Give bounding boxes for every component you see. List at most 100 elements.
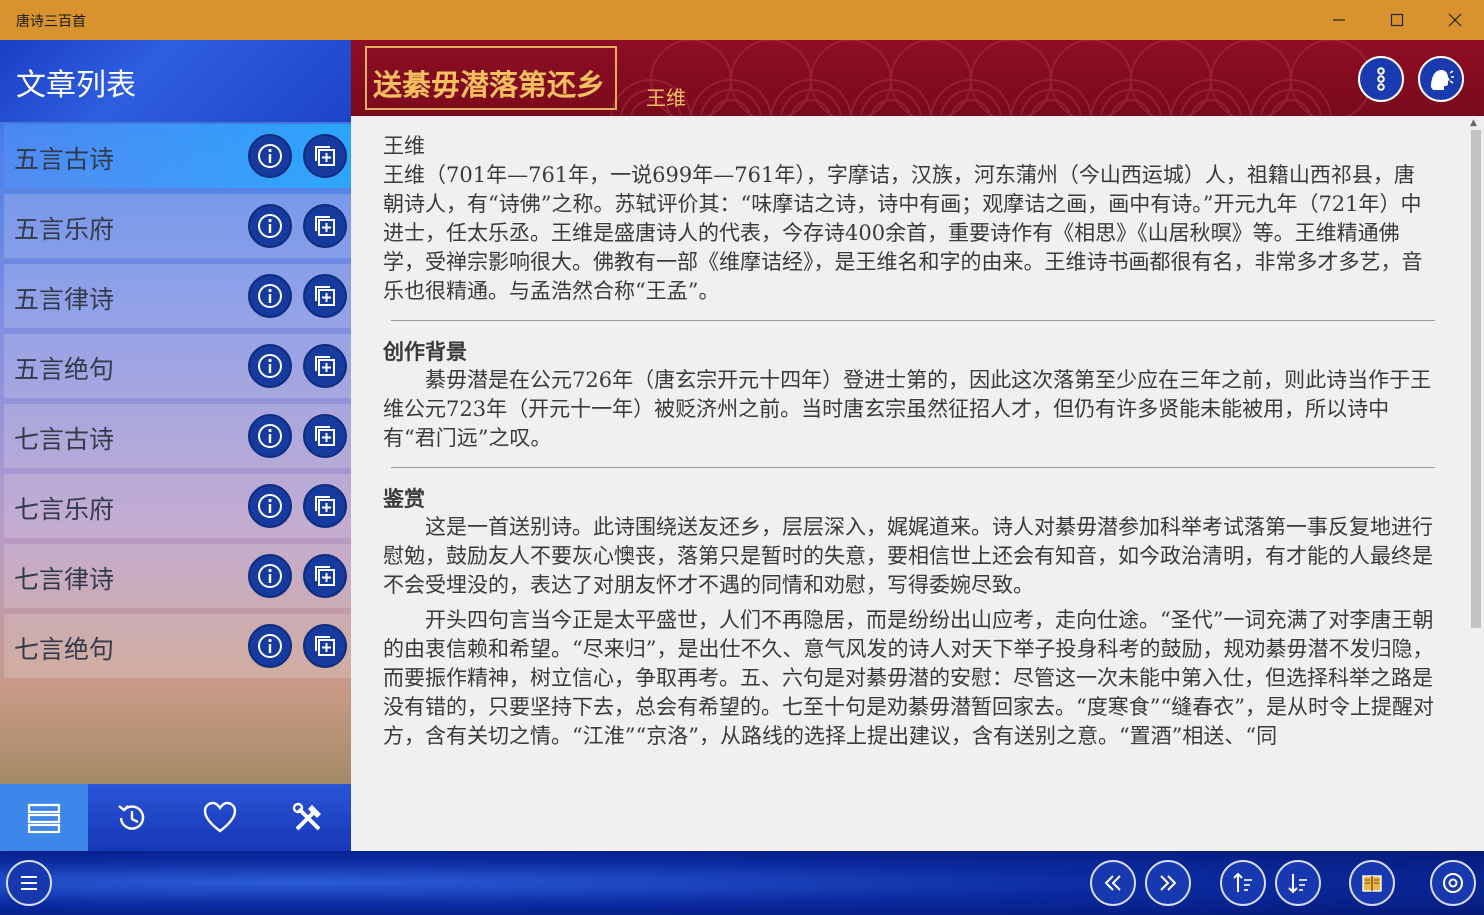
add-button[interactable] (303, 204, 347, 248)
add-button[interactable] (303, 344, 347, 388)
sort-ascending-icon (1233, 872, 1252, 892)
info-button[interactable] (248, 274, 292, 318)
close-icon (1448, 13, 1462, 27)
previous-icon (1104, 875, 1121, 891)
appreciation-paragraph-1: 这是一首送别诗。此诗围绕送友还乡，层层深入，娓娓道来。诗人对綦毋潜参加科举考试落… (383, 515, 1433, 597)
appreciation-paragraph-2: 开头四句言当今正是太平盛世，人们不再隐居，而是纷纷出山应考，走向仕途。“圣代”一… (383, 608, 1434, 748)
add-copy-icon (315, 426, 335, 446)
info-icon (258, 634, 282, 658)
sidebar-title: 文章列表 (16, 68, 136, 103)
tab-favorites[interactable] (176, 784, 264, 851)
scroll-thumb[interactable] (1471, 130, 1481, 628)
sidebar: 文章列表 五言古诗五言乐府五言律诗五言绝句七言古诗七言乐府七言律诗七言绝句 (0, 40, 351, 851)
sidebar-item-label: 七言乐府 (14, 495, 115, 524)
scroll-up-icon[interactable]: ▲ (1470, 118, 1477, 128)
add-copy-icon (315, 216, 335, 236)
minimize-icon (1333, 19, 1345, 21)
info-icon (258, 424, 282, 448)
poem-title: 送綦毋潜落第还乡 (373, 68, 606, 102)
maximize-button[interactable] (1368, 0, 1426, 40)
info-button[interactable] (248, 414, 292, 458)
add-button[interactable] (303, 134, 347, 178)
sidebar-item[interactable]: 五言乐府 (4, 194, 351, 258)
sort-descending-button[interactable] (1275, 860, 1321, 906)
info-icon (258, 214, 282, 238)
content-scrollbar[interactable]: ▲ (1467, 116, 1484, 851)
sidebar-item[interactable]: 七言绝句 (4, 614, 351, 678)
add-button[interactable] (303, 624, 347, 668)
sidebar-item[interactable]: 五言律诗 (4, 264, 351, 328)
next-icon (1160, 875, 1177, 891)
info-button[interactable] (248, 554, 292, 598)
settings-button[interactable] (1430, 860, 1476, 906)
sidebar-item[interactable]: 七言乐府 (4, 474, 351, 538)
info-button[interactable] (248, 344, 292, 388)
info-icon (258, 564, 282, 588)
menu-icon (21, 876, 37, 890)
info-button[interactable] (248, 484, 292, 528)
window-title: 唐诗三百首 (16, 14, 86, 30)
history-icon (118, 804, 145, 830)
add-copy-icon (315, 566, 335, 586)
author-heading: 王维 (383, 134, 425, 158)
sidebar-item-label: 七言律诗 (14, 565, 115, 594)
next-button[interactable] (1145, 860, 1191, 906)
sidebar-item[interactable]: 五言绝句 (4, 334, 351, 398)
sidebar-bottom-tabs (0, 784, 351, 851)
add-copy-icon (315, 146, 335, 166)
more-button[interactable] (1358, 56, 1404, 102)
background-text: 綦毋潜是在公元726年（唐玄宗开元十四年）登进士第的，因此这次落第至少应在三年之… (383, 368, 1432, 450)
appreciation-heading: 鉴赏 (383, 486, 425, 511)
sidebar-item[interactable]: 五言古诗 (4, 124, 351, 188)
poem-header: 送綦毋潜落第还乡 王维 (351, 40, 1484, 116)
sidebar-item-label: 五言律诗 (14, 285, 115, 314)
maximize-icon (1390, 13, 1404, 27)
sidebar-item-label: 五言乐府 (14, 215, 115, 244)
add-button[interactable] (303, 484, 347, 528)
more-vertical-icon (1377, 67, 1385, 91)
info-icon (258, 144, 282, 168)
add-copy-icon (315, 356, 335, 376)
background-heading: 创作背景 (383, 339, 467, 364)
info-button[interactable] (248, 624, 292, 668)
info-button[interactable] (248, 134, 292, 178)
section-divider (391, 320, 1435, 321)
sort-ascending-button[interactable] (1220, 860, 1266, 906)
author-bio: 王维（701年—761年，一说699年—761年），字摩诘，汉族，河东蒲州（今山… (383, 163, 1423, 303)
info-button[interactable] (248, 204, 292, 248)
add-copy-icon (315, 286, 335, 306)
category-list: 五言古诗五言乐府五言律诗五言绝句七言古诗七言乐府七言律诗七言绝句 (4, 124, 351, 684)
poem-content: 王维 王维（701年—761年，一说699年—761年），字摩诘，汉族，河东蒲州… (351, 116, 1467, 851)
section-divider (391, 467, 1435, 468)
sidebar-item-label: 五言绝句 (14, 355, 115, 384)
sidebar-item[interactable]: 七言古诗 (4, 404, 351, 468)
minimize-button[interactable] (1310, 0, 1368, 40)
menu-button[interactable] (6, 860, 52, 906)
poem-title-frame: 送綦毋潜落第还乡 (365, 46, 617, 110)
previous-button[interactable] (1090, 860, 1136, 906)
settings-icon (1443, 873, 1463, 893)
book-icon (1362, 875, 1382, 892)
tab-tools[interactable] (264, 784, 351, 851)
tools-icon (292, 802, 321, 830)
window-titlebar: 唐诗三百首 (0, 0, 1484, 40)
add-copy-icon (315, 636, 335, 656)
tab-history[interactable] (88, 784, 176, 851)
close-button[interactable] (1426, 0, 1484, 40)
add-copy-icon (315, 496, 335, 516)
info-icon (258, 354, 282, 378)
bottom-app-bar (0, 851, 1484, 915)
info-icon (258, 284, 282, 308)
read-aloud-button[interactable] (1418, 56, 1464, 102)
add-button[interactable] (303, 554, 347, 598)
info-icon (258, 494, 282, 518)
sidebar-item-label: 五言古诗 (14, 145, 115, 174)
add-button[interactable] (303, 274, 347, 318)
sidebar-item[interactable]: 七言律诗 (4, 544, 351, 608)
sidebar-item-label: 七言古诗 (14, 425, 115, 454)
tab-list[interactable] (0, 784, 88, 851)
sidebar-item-label: 七言绝句 (14, 635, 115, 664)
sort-descending-icon (1288, 874, 1307, 894)
book-button[interactable] (1349, 860, 1395, 906)
add-button[interactable] (303, 414, 347, 458)
